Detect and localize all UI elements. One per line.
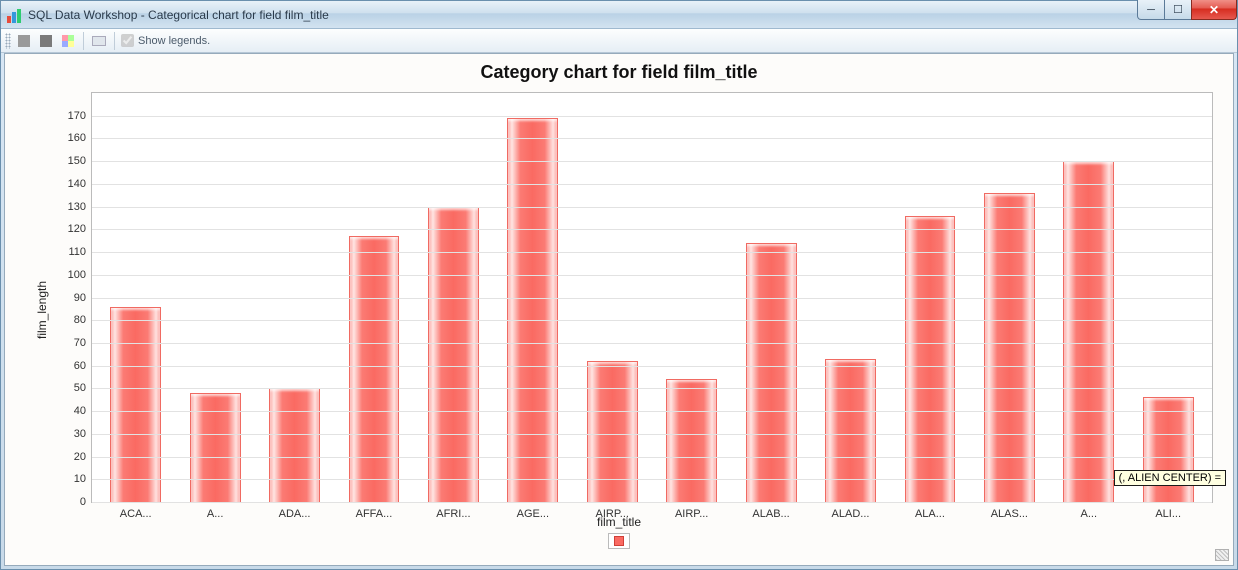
grid-line: [92, 298, 1212, 299]
plot-area[interactable]: ACA...A...ADA...AFFA...AFRI...AGE...AIRP…: [91, 92, 1213, 503]
show-legends-checkbox[interactable]: [121, 34, 134, 47]
toolbar: Show legends.: [1, 29, 1237, 53]
y-tick: 140: [68, 178, 86, 190]
y-tick: 110: [68, 246, 86, 258]
bar[interactable]: [1063, 161, 1114, 502]
bar[interactable]: [825, 359, 876, 502]
bar[interactable]: [428, 207, 479, 502]
bar[interactable]: [1143, 397, 1194, 502]
y-tick: 50: [74, 382, 86, 394]
grid-line: [92, 207, 1212, 208]
show-legends-toggle[interactable]: Show legends.: [121, 34, 210, 47]
y-tick: 40: [74, 405, 86, 417]
bar[interactable]: [190, 393, 241, 502]
grid-line: [92, 388, 1212, 389]
y-tick: 70: [74, 337, 86, 349]
minimize-button[interactable]: ─: [1137, 0, 1165, 20]
x-axis-label: film_title: [5, 515, 1233, 529]
chart-style-1-button[interactable]: [15, 32, 33, 50]
titlebar[interactable]: SQL Data Workshop - Categorical chart fo…: [1, 1, 1237, 29]
chart-tooltip: (, ALIEN CENTER) =: [1114, 470, 1226, 486]
maximize-button[interactable]: ☐: [1164, 0, 1192, 20]
app-icon: [7, 7, 23, 23]
y-tick: 150: [68, 155, 86, 167]
bar[interactable]: [507, 118, 558, 502]
bar[interactable]: [269, 388, 320, 502]
toolbar-separator: [83, 32, 84, 50]
y-tick: 120: [68, 223, 86, 235]
y-tick: 0: [80, 496, 86, 508]
grid-line: [92, 184, 1212, 185]
chart-style-4-button[interactable]: [90, 32, 108, 50]
grid-line: [92, 343, 1212, 344]
bar[interactable]: [746, 243, 797, 502]
bar[interactable]: [349, 236, 400, 502]
window-title: SQL Data Workshop - Categorical chart fo…: [28, 8, 329, 22]
y-tick: 100: [68, 269, 86, 281]
toolbar-grip-icon: [5, 33, 11, 49]
legend-item[interactable]: [608, 533, 630, 549]
y-tick: 90: [74, 292, 86, 304]
app-window: SQL Data Workshop - Categorical chart fo…: [0, 0, 1238, 570]
grid-line: [92, 275, 1212, 276]
y-tick: 160: [68, 132, 86, 144]
grid-line: [92, 457, 1212, 458]
legend: [5, 533, 1233, 549]
y-tick: 10: [74, 473, 86, 485]
chart-style-3-button[interactable]: [59, 32, 77, 50]
y-tick: 30: [74, 428, 86, 440]
y-tick: 60: [74, 360, 86, 372]
plot-wrap: ACA...A...ADA...AFFA...AFRI...AGE...AIRP…: [43, 92, 1213, 503]
grid-line: [92, 320, 1212, 321]
y-tick: 130: [68, 201, 86, 213]
chart-title: Category chart for field film_title: [5, 54, 1233, 87]
toolbar-separator: [114, 32, 115, 50]
grid-line: [92, 479, 1212, 480]
chart-style-2-button[interactable]: [37, 32, 55, 50]
bar[interactable]: [666, 379, 717, 502]
y-tick: 20: [74, 451, 86, 463]
grid-line: [92, 116, 1212, 117]
y-tick: 80: [74, 314, 86, 326]
grid-line: [92, 161, 1212, 162]
close-button[interactable]: ✕: [1191, 0, 1237, 20]
grid-line: [92, 366, 1212, 367]
bar[interactable]: [110, 307, 161, 502]
grid-line: [92, 252, 1212, 253]
grid-line: [92, 434, 1212, 435]
chart-panel: Category chart for field film_title film…: [4, 53, 1234, 566]
grid-line: [92, 411, 1212, 412]
bar[interactable]: [905, 216, 956, 502]
y-tick: 170: [68, 110, 86, 122]
grid-line: [92, 229, 1212, 230]
resize-grip-icon[interactable]: [1215, 549, 1229, 561]
grid-line: [92, 502, 1212, 503]
window-controls: ─ ☐ ✕: [1138, 0, 1237, 20]
legend-swatch-icon: [614, 536, 624, 546]
show-legends-label: Show legends.: [138, 35, 210, 47]
bar[interactable]: [587, 361, 638, 502]
grid-line: [92, 138, 1212, 139]
